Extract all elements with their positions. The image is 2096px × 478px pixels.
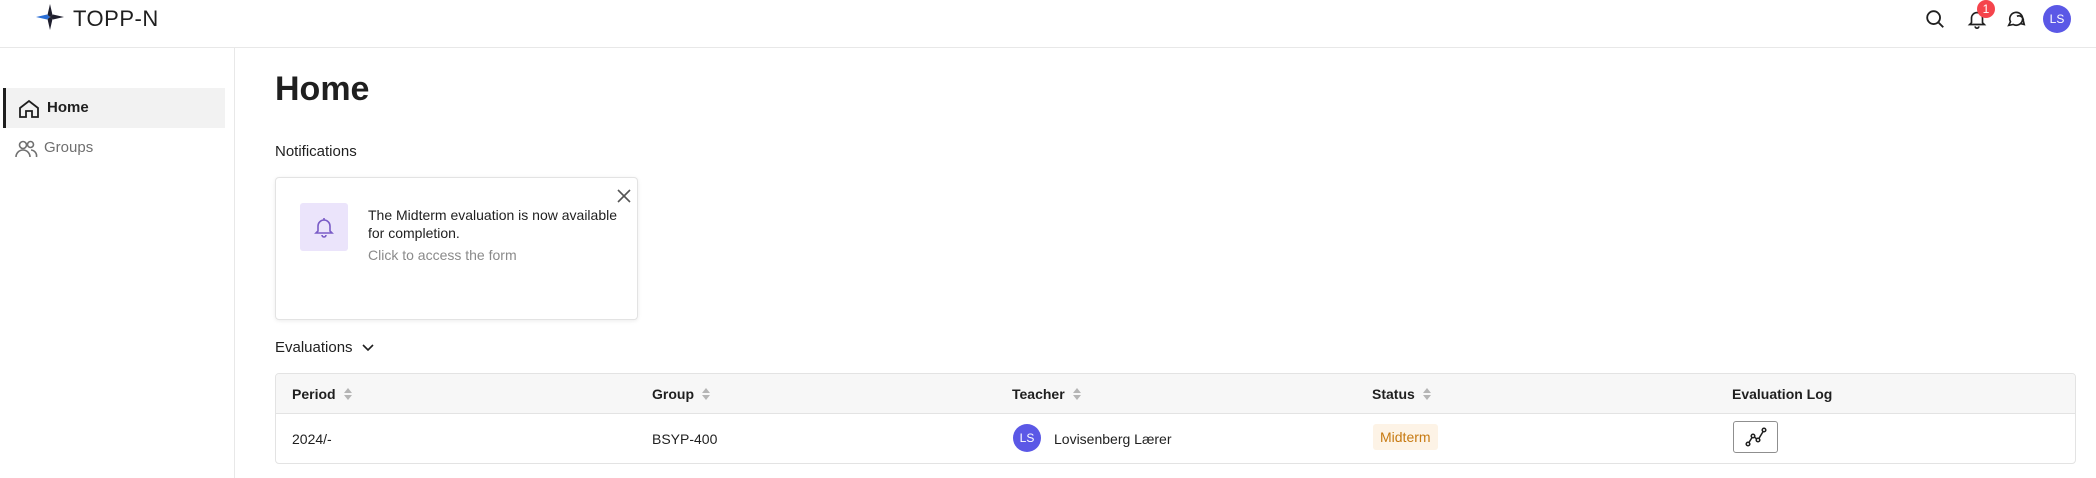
sort-icon — [1072, 388, 1081, 400]
column-header-label: Evaluation Log — [1732, 386, 1833, 402]
cell-teacher: Lovisenberg Lærer — [1054, 431, 1172, 447]
cell-period: 2024/- — [292, 431, 332, 447]
evaluations-heading: Evaluations — [275, 338, 353, 356]
bell-icon — [314, 218, 334, 238]
column-header-period[interactable]: Period — [292, 386, 353, 402]
close-icon[interactable] — [615, 187, 633, 205]
top-bar: TOPP-N 1 LS — [0, 0, 2096, 48]
column-header-evaluation-log: Evaluation Log — [1732, 386, 1832, 402]
status-badge: Midterm — [1373, 424, 1438, 450]
column-header-group[interactable]: Group — [652, 386, 711, 402]
table-header: Period Group Teacher Status Evaluation L… — [276, 374, 2075, 414]
column-header-label: Status — [1372, 386, 1415, 402]
line-chart-icon — [1744, 427, 1767, 447]
column-header-teacher[interactable]: Teacher — [1012, 386, 1082, 402]
cell-group: BSYP-400 — [652, 431, 718, 447]
sort-icon — [343, 388, 352, 400]
notification-count-badge: 1 — [1977, 0, 1995, 18]
notification-card[interactable]: The Midterm evaluation is now available … — [275, 177, 638, 320]
search-icon[interactable] — [1922, 6, 1948, 32]
evaluations-toggle[interactable]: Evaluations — [275, 336, 375, 358]
sidebar-item-label: Home — [47, 99, 89, 116]
sidebar-item-label: Groups — [44, 139, 94, 156]
column-header-label: Group — [652, 386, 694, 402]
avatar: LS — [1013, 424, 1041, 452]
logo-icon[interactable] — [34, 2, 64, 32]
sort-icon — [702, 388, 710, 400]
column-header-label: Period — [292, 386, 336, 402]
notifications-heading: Notifications — [275, 143, 357, 160]
column-header-status[interactable]: Status — [1372, 386, 1432, 402]
table-row[interactable]: 2024/- BSYP-400 LS Lovisenberg Lærer Mid… — [276, 414, 2075, 463]
sidebar-item-groups[interactable]: Groups — [3, 128, 225, 168]
notification-subtitle[interactable]: Click to access the form — [368, 247, 517, 263]
page-title: Home — [275, 70, 370, 108]
evaluation-log-button[interactable] — [1733, 421, 1778, 453]
notification-icon-box — [300, 203, 348, 251]
evaluations-table: Period Group Teacher Status Evaluation L… — [275, 373, 2076, 464]
sort-icon — [1422, 388, 1431, 400]
chevron-down-icon — [361, 344, 374, 352]
sidebar: Home Groups — [0, 48, 235, 478]
home-icon — [19, 99, 39, 118]
sidebar-item-home[interactable]: Home — [3, 88, 225, 128]
app-name: TOPP-N — [73, 6, 159, 31]
user-avatar[interactable]: LS — [2043, 5, 2071, 33]
column-header-label: Teacher — [1012, 386, 1065, 402]
users-icon — [15, 140, 38, 158]
notification-title: The Midterm evaluation is now available … — [368, 207, 618, 241]
chat-icon[interactable] — [2003, 6, 2029, 32]
